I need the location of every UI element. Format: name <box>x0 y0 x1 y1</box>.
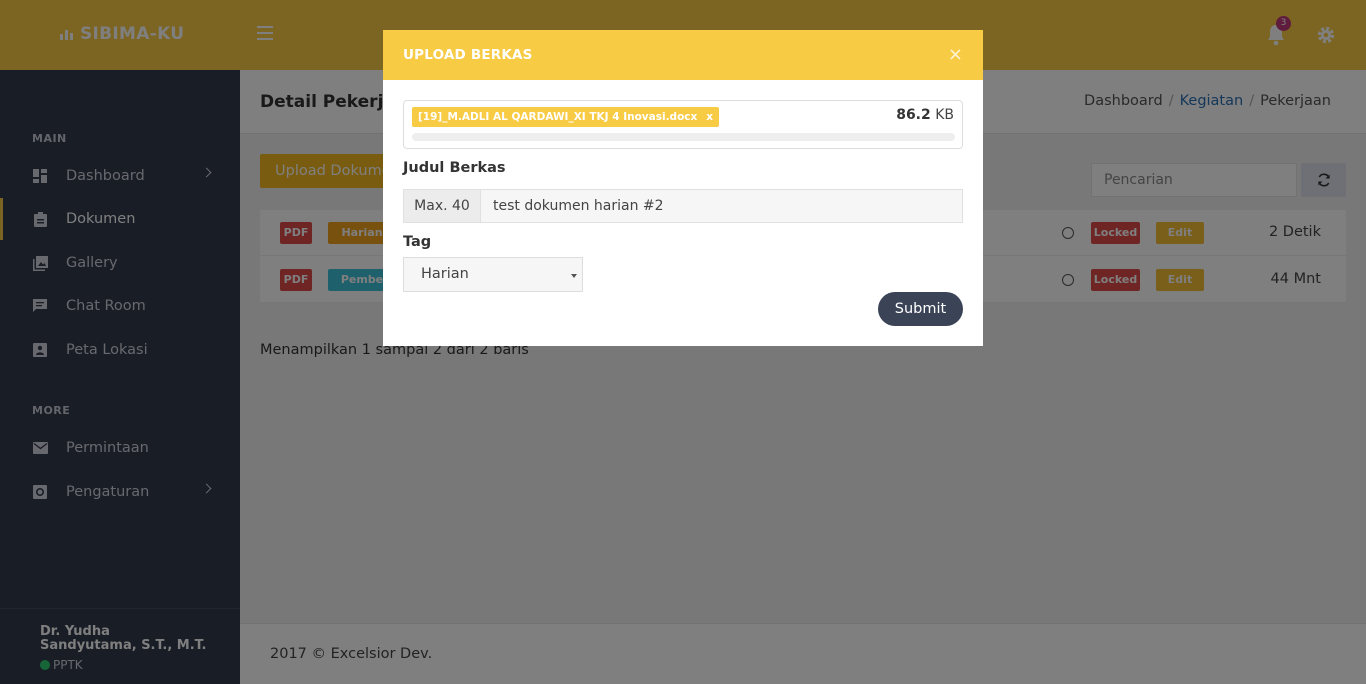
upload-modal: UPLOAD BERKAS × [19]_M.ADLI AL QARDAWI_X… <box>383 30 983 346</box>
tag-select[interactable]: Harian <box>403 257 583 292</box>
caret-down-icon <box>571 274 577 278</box>
judul-berkas-label: Judul Berkas <box>403 160 506 176</box>
modal-header: UPLOAD BERKAS × <box>383 30 983 80</box>
file-size-unit: KB <box>935 107 954 123</box>
max-length-addon: Max. 40 <box>404 190 481 222</box>
remove-file-button[interactable]: x <box>706 107 713 127</box>
file-name: [19]_M.ADLI AL QARDAWI_XI TKJ 4 Inovasi.… <box>418 111 698 123</box>
modal-title: UPLOAD BERKAS <box>403 47 533 63</box>
judul-berkas-field: Max. 40 test dokumen harian #2 <box>403 189 963 223</box>
file-chip: [19]_M.ADLI AL QARDAWI_XI TKJ 4 Inovasi.… <box>412 107 720 127</box>
tag-select-value: Harian <box>421 266 469 282</box>
tag-label: Tag <box>403 234 432 250</box>
submit-button[interactable]: Submit <box>878 292 963 326</box>
file-size: 86.2 KB <box>896 107 954 123</box>
file-size-value: 86.2 <box>896 107 931 123</box>
file-upload-box[interactable]: [19]_M.ADLI AL QARDAWI_XI TKJ 4 Inovasi.… <box>403 100 963 149</box>
upload-progress-bar <box>412 133 955 141</box>
judul-berkas-input[interactable]: test dokumen harian #2 <box>481 190 962 222</box>
close-icon[interactable]: × <box>948 46 963 64</box>
